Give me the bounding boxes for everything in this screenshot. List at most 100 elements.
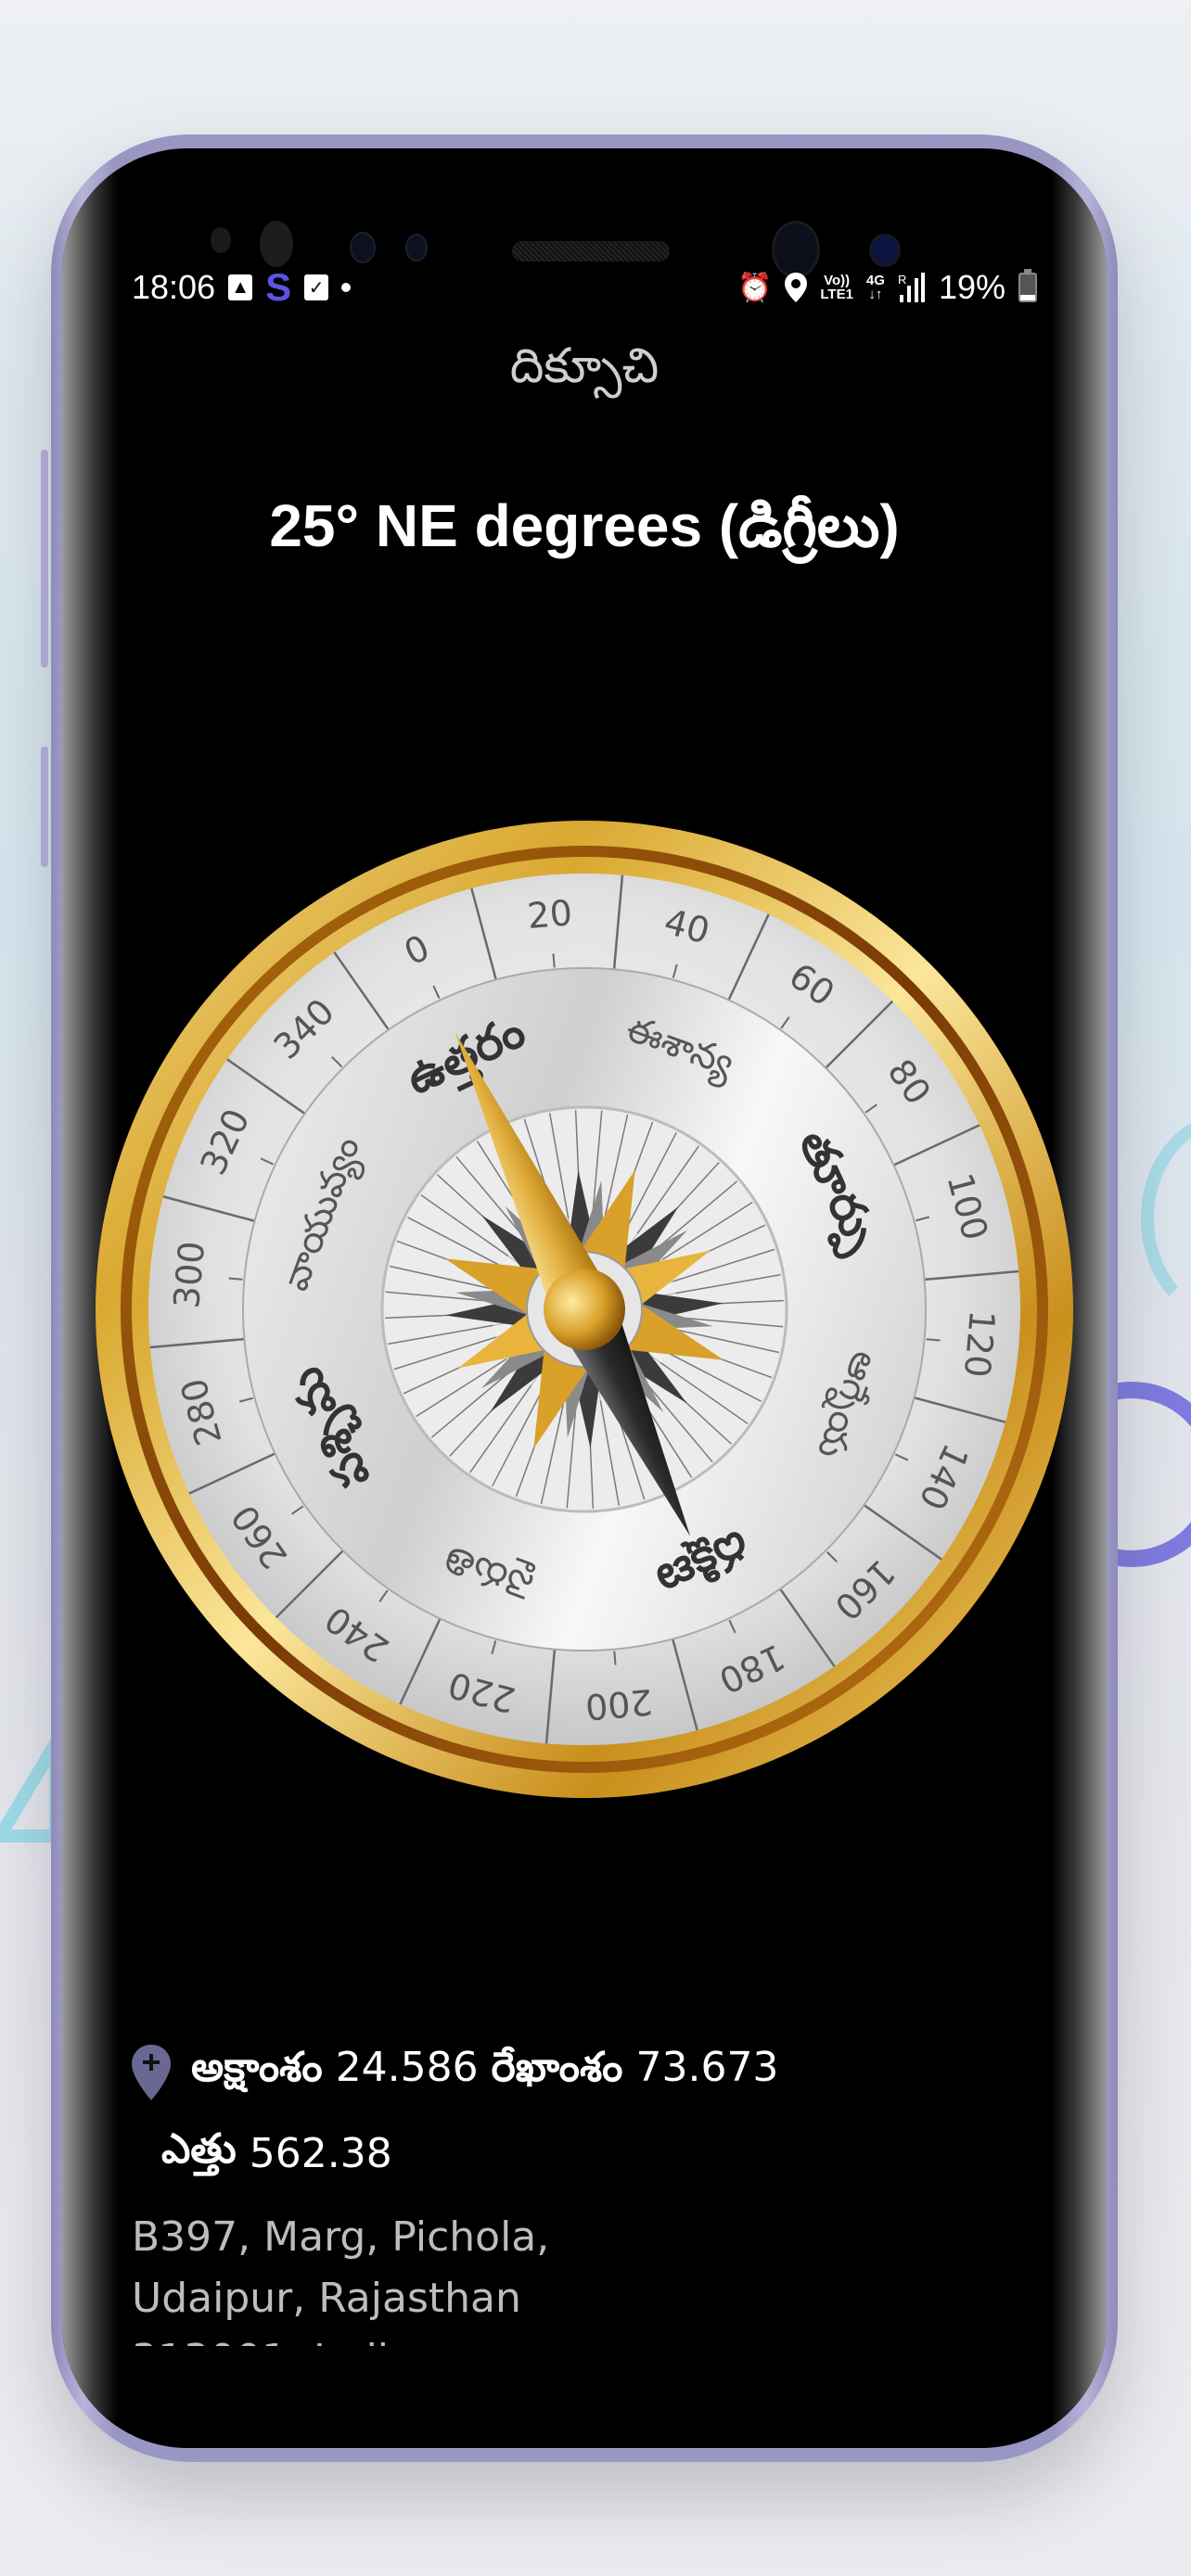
rose-spoke: [632, 1352, 733, 1445]
rose-spoke: [449, 1357, 542, 1458]
network-arrows: ↓↑: [868, 287, 883, 302]
scale-tick: [226, 1058, 306, 1115]
rose-spoke: [586, 1373, 595, 1509]
scale-tick: [894, 1453, 909, 1461]
volte-top: Vo)): [824, 273, 851, 288]
rose-spoke: [396, 1240, 524, 1288]
scale-tick: [491, 1640, 497, 1655]
scale-tick: [432, 985, 441, 1000]
rose-spoke: [406, 1217, 528, 1281]
scale-label: 300: [166, 1240, 212, 1310]
gray-star-points: [455, 1180, 713, 1438]
gold-bezel-inner: [132, 857, 1037, 1762]
scale-tick: [825, 1000, 894, 1069]
altitude-label: ఎత్తు: [161, 2124, 237, 2173]
rose-spoke: [499, 1128, 558, 1251]
direction-label: ఈశాన్య: [619, 1007, 740, 1090]
rose-spoke: [403, 1335, 526, 1395]
battery-percent: 19%: [938, 268, 1005, 306]
scale-label: 120: [956, 1308, 1003, 1379]
scale-tick: [275, 1549, 344, 1619]
scale-tick: [238, 1396, 253, 1403]
scale-tick: [727, 913, 770, 1001]
scale-label: 20: [526, 892, 574, 937]
coordinates-row: అక్షాంశం 24.586 రేఖాంశం 73.673: [132, 2035, 778, 2110]
background-arc-decoration: [1141, 1113, 1191, 1324]
scale-label: 340: [266, 991, 342, 1067]
rose-spoke: [385, 1311, 520, 1320]
rose-spoke: [625, 1358, 713, 1463]
rose-spoke: [645, 1331, 773, 1379]
scale-label: 40: [660, 901, 714, 952]
rose-spoke: [566, 1373, 580, 1509]
compass-needle: [455, 1031, 691, 1537]
direction-label: ఉత్తరం: [398, 1003, 535, 1109]
phone-screen: 18:06 ▲ S ✓ ⏰ Vo)) LTE1 4G ↓↑ R 19% దిక్సూ…: [62, 148, 1107, 2448]
scale-tick: [228, 1277, 243, 1281]
side-key: [41, 746, 48, 867]
rotating-dial: 0 20 40 60 80 100 120 140160 180 200 220 240 260 280 3…: [149, 874, 1019, 1744]
rose-spoke: [636, 1345, 749, 1424]
needle-pivot-knob: [544, 1269, 625, 1350]
rose-spoke: [646, 1248, 775, 1291]
scale-tick: [916, 1216, 930, 1222]
rose-spoke: [603, 1371, 646, 1500]
front-sensors: [62, 185, 1107, 278]
iris-camera: [869, 234, 901, 267]
scale-tick: [672, 1639, 698, 1731]
scale-label: 220: [444, 1664, 519, 1720]
rose-spoke: [416, 1343, 531, 1418]
network-4g-icon: 4G ↓↑: [866, 274, 885, 301]
location-pin-icon: [132, 2045, 171, 2100]
rose-spoke: [647, 1273, 781, 1299]
gold-bezel-outer: [96, 821, 1073, 1798]
gold-star-points-main: [458, 1183, 711, 1435]
rose-spoke: [420, 1194, 532, 1273]
direction-label: నైరుతి: [439, 1535, 539, 1608]
rose-spoke: [430, 1350, 535, 1438]
hub-ring: [526, 1251, 643, 1368]
scale-tick: [826, 1550, 838, 1562]
scale-tick: [612, 874, 624, 970]
scale-label: 160: [826, 1551, 903, 1627]
checkbox-icon: ✓: [304, 274, 329, 300]
scale-label: 280: [173, 1374, 229, 1449]
scale-tick: [863, 1504, 942, 1561]
s-app-icon: S: [265, 265, 292, 309]
alarm-icon: ⏰: [737, 272, 773, 303]
rose-spoke: [634, 1180, 738, 1269]
heading-readout: 25° NE degrees (డిగ్రీలు): [269, 492, 900, 559]
rose-spoke: [595, 1372, 621, 1506]
light-sensor: [405, 234, 428, 261]
scale-tick: [728, 1619, 736, 1634]
rose-spoke: [515, 1370, 563, 1498]
scale-tick: [333, 951, 390, 1031]
dark-star-points: [445, 1170, 724, 1448]
scale-label: 320: [192, 1103, 258, 1180]
longitude-label: రేఖాంశం: [491, 2044, 623, 2091]
scale-tick: [924, 1269, 1019, 1282]
scale-tick: [331, 1056, 343, 1068]
scale-tick: [188, 1452, 276, 1495]
scale-tick: [779, 1588, 836, 1667]
scale-tick: [162, 1195, 255, 1222]
network-type: 4G: [865, 273, 885, 288]
rose-spoke: [648, 1299, 784, 1307]
notification-dot-icon: [341, 283, 352, 292]
rose-spoke: [455, 1155, 544, 1260]
scale-tick: [892, 1124, 980, 1167]
rose-spoke: [540, 1372, 571, 1505]
battery-icon: [1018, 269, 1037, 302]
iris-sensor: [260, 221, 293, 267]
location-icon: [785, 273, 808, 302]
scale-label: 0: [398, 927, 436, 974]
rose-plate: [380, 1105, 788, 1513]
scale-label: 140: [911, 1438, 977, 1516]
longitude-value: 73.673: [635, 2044, 779, 2091]
status-time: 18:06: [132, 268, 216, 306]
scale-label: 240: [317, 1598, 396, 1670]
proximity-sensor: [350, 232, 376, 263]
needle-south-dark: [556, 1295, 691, 1537]
sensor-dot: [211, 227, 231, 253]
app-title: దిక్సూచి: [509, 338, 660, 394]
